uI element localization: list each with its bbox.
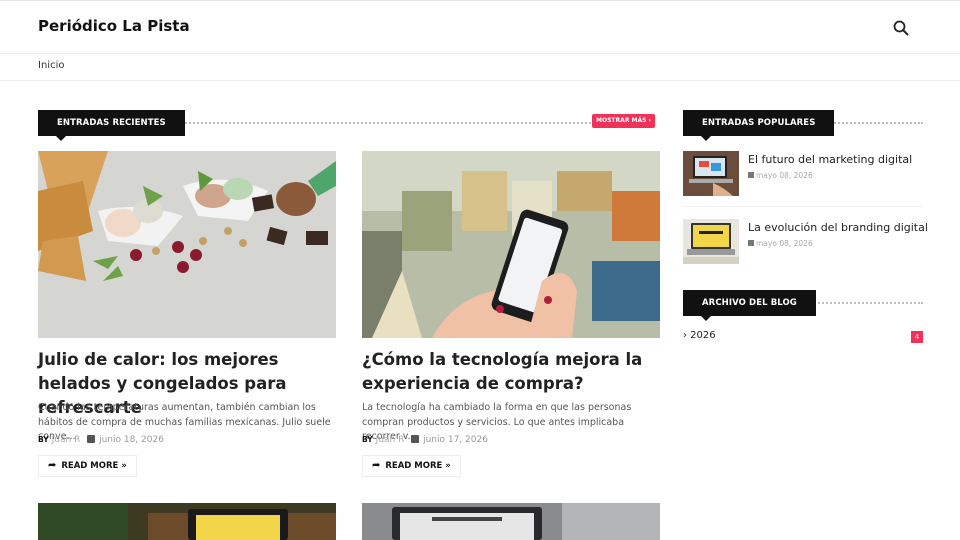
site-title[interactable]: Periódico La Pista	[38, 17, 190, 35]
calendar-icon	[411, 435, 420, 443]
show-more-button[interactable]: MOSTRAR MÁS ›	[592, 114, 655, 128]
popular-post-title[interactable]: La evolución del branding digital	[748, 221, 928, 234]
popular-posts-heading: ENTRADAS POPULARES	[683, 110, 835, 141]
post-thumbnail-marketing-strategy[interactable]	[362, 503, 660, 540]
read-more-label: READ MORE »	[385, 461, 451, 471]
by-label: BY	[38, 435, 49, 444]
search-icon[interactable]	[892, 19, 910, 37]
post-meta: BY Juan R junio 18, 2026	[38, 435, 164, 445]
popular-post-title[interactable]: El futuro del marketing digital	[748, 153, 912, 166]
recent-posts-header: ENTRADAS RECIENTES MOSTRAR MÁS ›	[38, 110, 655, 141]
post-thumbnail-phone-shopping[interactable]	[362, 151, 660, 338]
archive-entry: › 2026 4	[683, 330, 923, 344]
site-header: Periódico La Pista	[0, 0, 960, 54]
by-label: BY	[362, 435, 373, 444]
divider	[683, 206, 923, 207]
recent-posts-heading: ENTRADAS RECIENTES	[38, 110, 185, 141]
popular-posts-header: ENTRADAS POPULARES	[683, 110, 923, 141]
share-arrow-icon: ➦	[48, 460, 57, 471]
post-card: ¿Cómo la tecnología mejora la experienci…	[362, 151, 660, 481]
post-thumbnail-ice-cream[interactable]	[38, 151, 336, 338]
post-date: junio 17, 2026	[423, 435, 488, 445]
share-arrow-icon: ➦	[372, 460, 381, 471]
popular-post-date: mayo 08, 2026	[748, 171, 813, 180]
calendar-icon	[87, 435, 96, 443]
read-more-button[interactable]: ➦ READ MORE »	[362, 455, 461, 477]
popular-thumbnail-marketing[interactable]	[683, 151, 739, 196]
blog-archive-header: ARCHIVO DEL BLOG	[683, 290, 923, 321]
main-menu: Inicio	[0, 54, 960, 81]
blog-archive-heading: ARCHIVO DEL BLOG	[683, 290, 816, 321]
popular-post-date: mayo 08, 2026	[748, 239, 813, 248]
popular-thumbnail-branding[interactable]	[683, 219, 739, 264]
read-more-label: READ MORE »	[61, 461, 127, 471]
post-date: junio 18, 2026	[99, 435, 164, 445]
post-card: Julio de calor: los mejores helados y co…	[38, 151, 336, 481]
archive-count-badge: 4	[911, 331, 923, 343]
popular-post-item: El futuro del marketing digital mayo 08,…	[683, 151, 923, 197]
post-author[interactable]: Juan R	[376, 435, 405, 445]
menu-item-inicio[interactable]: Inicio	[38, 60, 64, 71]
calendar-icon	[748, 172, 754, 178]
post-meta: BY Juan R junio 17, 2026	[362, 435, 488, 445]
archive-year-link[interactable]: › 2026	[683, 330, 716, 341]
post-thumbnail-laptop-desk[interactable]	[38, 503, 336, 540]
popular-post-item: La evolución del branding digital mayo 0…	[683, 219, 928, 265]
calendar-icon	[748, 240, 754, 246]
post-title[interactable]: ¿Cómo la tecnología mejora la experienci…	[362, 348, 660, 396]
read-more-button[interactable]: ➦ READ MORE »	[38, 455, 137, 477]
post-author[interactable]: Juan R	[52, 435, 81, 445]
